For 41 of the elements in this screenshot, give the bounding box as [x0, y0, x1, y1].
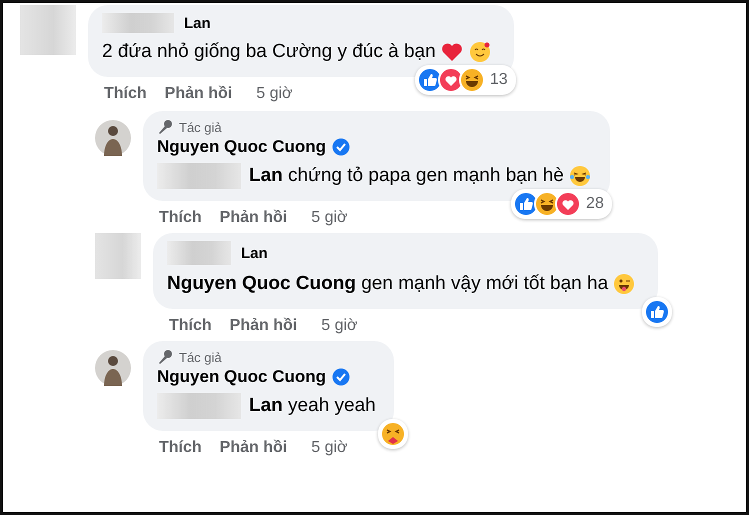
comment-action-link[interactable]: Phản hồi	[220, 209, 288, 227]
comment-action-link[interactable]: Thích	[104, 85, 147, 103]
author-label: Tác giả	[179, 120, 222, 134]
reaction-count: 13	[490, 71, 508, 89]
author-name[interactable]: Nguyen Quoc Cuong	[157, 367, 326, 387]
timestamp: 5 giờ	[256, 85, 293, 103]
blurred-avatar	[95, 233, 141, 279]
avatar	[95, 120, 131, 156]
reaction-summary[interactable]	[378, 419, 408, 449]
comment-text: Lan chứng tỏ papa gen mạnh bạn hè	[249, 164, 564, 188]
love-reaction-icon	[555, 191, 582, 217]
comment-action-link[interactable]: Phản hồi	[164, 85, 232, 103]
author-label: Tác giả	[179, 350, 222, 364]
comment-text: Nguyen Quoc Cuong gen mạnh vậy mới tốt bạn ha	[167, 272, 608, 296]
reaction-summary[interactable]: 13	[414, 65, 516, 95]
timestamp: 5 giờ	[311, 209, 348, 227]
smiling-face-icon	[468, 40, 492, 64]
author-name[interactable]: Lan	[241, 244, 268, 262]
avatar	[95, 350, 131, 386]
care-reaction-icon	[380, 421, 406, 447]
like-reaction-icon	[644, 299, 670, 325]
comment-action-link[interactable]: Thích	[159, 439, 202, 457]
haha-reaction-icon	[458, 67, 485, 93]
microphone-icon	[157, 349, 173, 365]
laughing-face-icon	[568, 164, 592, 188]
comment-action-link[interactable]: Thích	[169, 317, 212, 335]
microphone-icon	[157, 119, 173, 135]
reaction-count: 28	[586, 195, 604, 213]
comment-text: 2 đứa nhỏ giống ba Cường y đúc à bạn	[102, 40, 436, 64]
comment-action-link[interactable]: Thích	[159, 209, 202, 227]
comment-action-link[interactable]: Phản hồi	[220, 439, 288, 457]
reaction-summary[interactable]: 28	[511, 189, 612, 219]
comment-action-link[interactable]: Phản hồi	[230, 317, 298, 335]
winking-face-icon	[612, 272, 636, 296]
reaction-summary[interactable]	[642, 297, 672, 327]
author-name[interactable]: Lan	[184, 14, 211, 32]
comment-text: Lan yeah yeah	[249, 394, 376, 418]
author-name[interactable]: Nguyen Quoc Cuong	[157, 137, 326, 157]
blurred-avatar	[20, 5, 76, 55]
timestamp: 5 giờ	[311, 439, 348, 457]
timestamp: 5 giờ	[321, 317, 358, 335]
